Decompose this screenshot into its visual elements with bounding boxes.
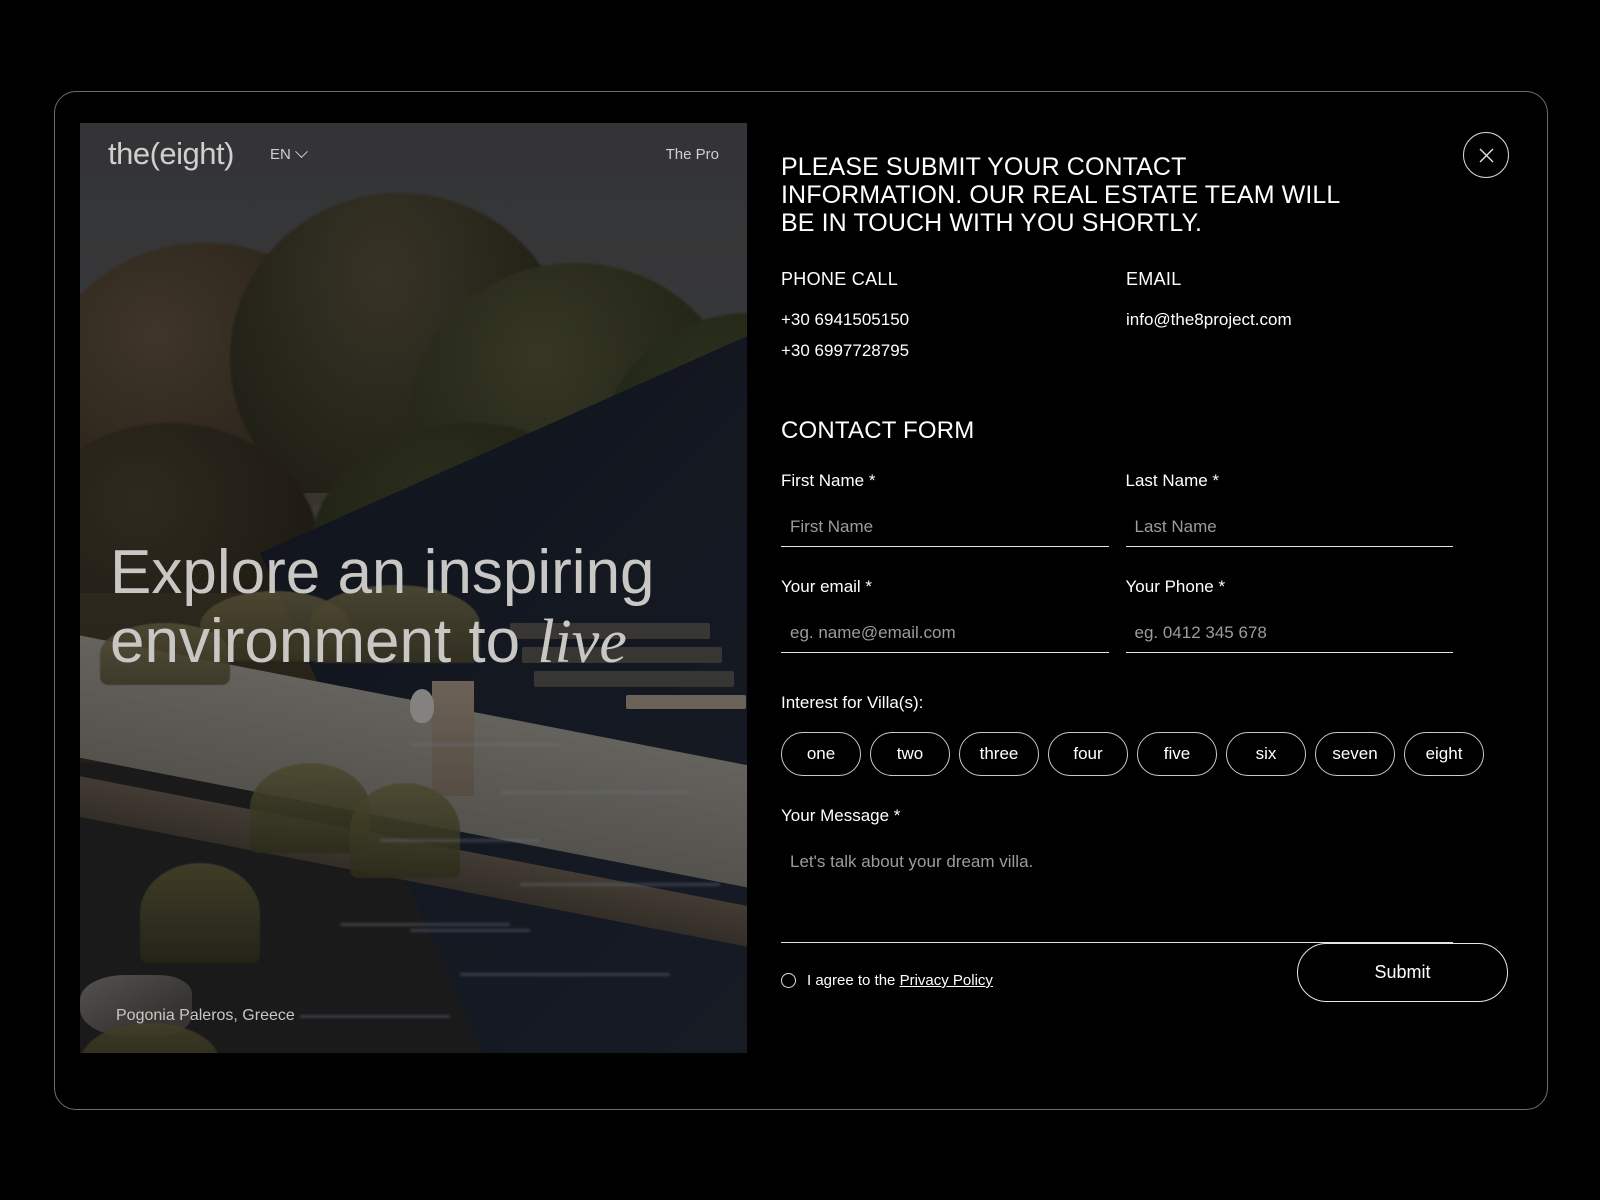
hero-image-panel: the(eight) EN The Pro Explore an inspiri… — [80, 123, 747, 1053]
phone-input[interactable] — [1125, 623, 1453, 653]
email-heading: EMAIL — [1126, 269, 1182, 289]
nav-item-project[interactable]: The Pro — [666, 146, 719, 163]
contact-form-title: CONTACT FORM — [781, 417, 975, 444]
consent-radio[interactable] — [781, 973, 796, 988]
villa-chip-four[interactable]: four — [1048, 732, 1128, 776]
phone-number-1[interactable]: +30 6941505150 — [781, 310, 1126, 330]
email-field: Your email * — [781, 577, 1109, 653]
close-icon[interactable] — [1463, 132, 1509, 178]
villa-interest-label: Interest for Villa(s): — [781, 693, 924, 712]
villa-chip-seven[interactable]: seven — [1315, 732, 1395, 776]
consent-row: I agree to the Privacy Policy — [781, 972, 993, 989]
message-input[interactable] — [781, 851, 1453, 943]
contact-form-fields: First Name * Last Name * Your email * Yo… — [781, 471, 1453, 653]
phone-label: Your Phone * — [1125, 577, 1226, 596]
villa-chip-three[interactable]: three — [959, 732, 1039, 776]
consent-label: I agree to the Privacy Policy — [807, 972, 993, 989]
villa-chip-two[interactable]: two — [870, 732, 950, 776]
last-name-field: Last Name * — [1125, 471, 1453, 547]
submit-button[interactable]: Submit — [1297, 943, 1508, 1002]
villa-chip-eight[interactable]: eight — [1404, 732, 1484, 776]
phone-column: PHONE CALL +30 6941505150 +30 6997728795 — [781, 269, 1126, 361]
phone-number-2[interactable]: +30 6997728795 — [781, 341, 1126, 361]
last-name-input[interactable] — [1125, 517, 1453, 547]
message-label: Your Message * — [781, 806, 901, 825]
phone-heading: PHONE CALL — [781, 269, 899, 289]
hero-line-2-italic: live — [537, 608, 627, 677]
hero-line-1: Explore an inspiring — [110, 538, 655, 607]
app-window-frame: the(eight) EN The Pro Explore an inspiri… — [54, 91, 1548, 1110]
villa-chip-five[interactable]: five — [1137, 732, 1217, 776]
last-name-label: Last Name * — [1125, 471, 1220, 490]
language-label: EN — [269, 145, 291, 163]
email-address[interactable]: info@the8project.com — [1126, 310, 1471, 330]
phone-field: Your Phone * — [1125, 577, 1453, 653]
email-label: Your email * — [781, 577, 873, 596]
modal-intro-heading: PLEASE SUBMIT YOUR CONTACT INFORMATION. … — [781, 153, 1340, 237]
villa-interest-block: Interest for Villa(s): one two three four fi… — [781, 693, 1484, 776]
contact-modal-content: PLEASE SUBMIT YOUR CONTACT INFORMATION. … — [781, 123, 1523, 1053]
villa-chip-six[interactable]: six — [1226, 732, 1306, 776]
contact-details: PHONE CALL +30 6941505150 +30 6997728795… — [781, 269, 1523, 361]
image-caption: Pogonia Paleros, Greece — [116, 1007, 295, 1024]
first-name-input[interactable] — [781, 517, 1109, 547]
privacy-policy-link[interactable]: Privacy Policy — [900, 972, 993, 989]
first-name-label: First Name * — [781, 471, 876, 490]
villa-chip-group: one two three four five six seven eight — [781, 732, 1484, 776]
email-input[interactable] — [781, 623, 1109, 653]
hero-line-2: environment to live — [110, 607, 747, 677]
language-switcher[interactable]: EN — [269, 144, 308, 163]
email-column: EMAIL info@the8project.com — [1126, 269, 1471, 361]
hero-line-2-plain: environment to — [110, 607, 538, 677]
message-block: Your Message * — [781, 806, 1453, 948]
villa-chip-one[interactable]: one — [781, 732, 861, 776]
chevron-down-icon — [294, 144, 308, 158]
brand-logo[interactable]: the(eight) — [108, 136, 234, 172]
consent-text-prefix: I agree to the — [807, 972, 900, 989]
site-header: the(eight) EN The Pro — [80, 123, 747, 185]
first-name-field: First Name * — [781, 471, 1109, 547]
hero-text: Explore an inspiring environment to live — [110, 538, 747, 678]
